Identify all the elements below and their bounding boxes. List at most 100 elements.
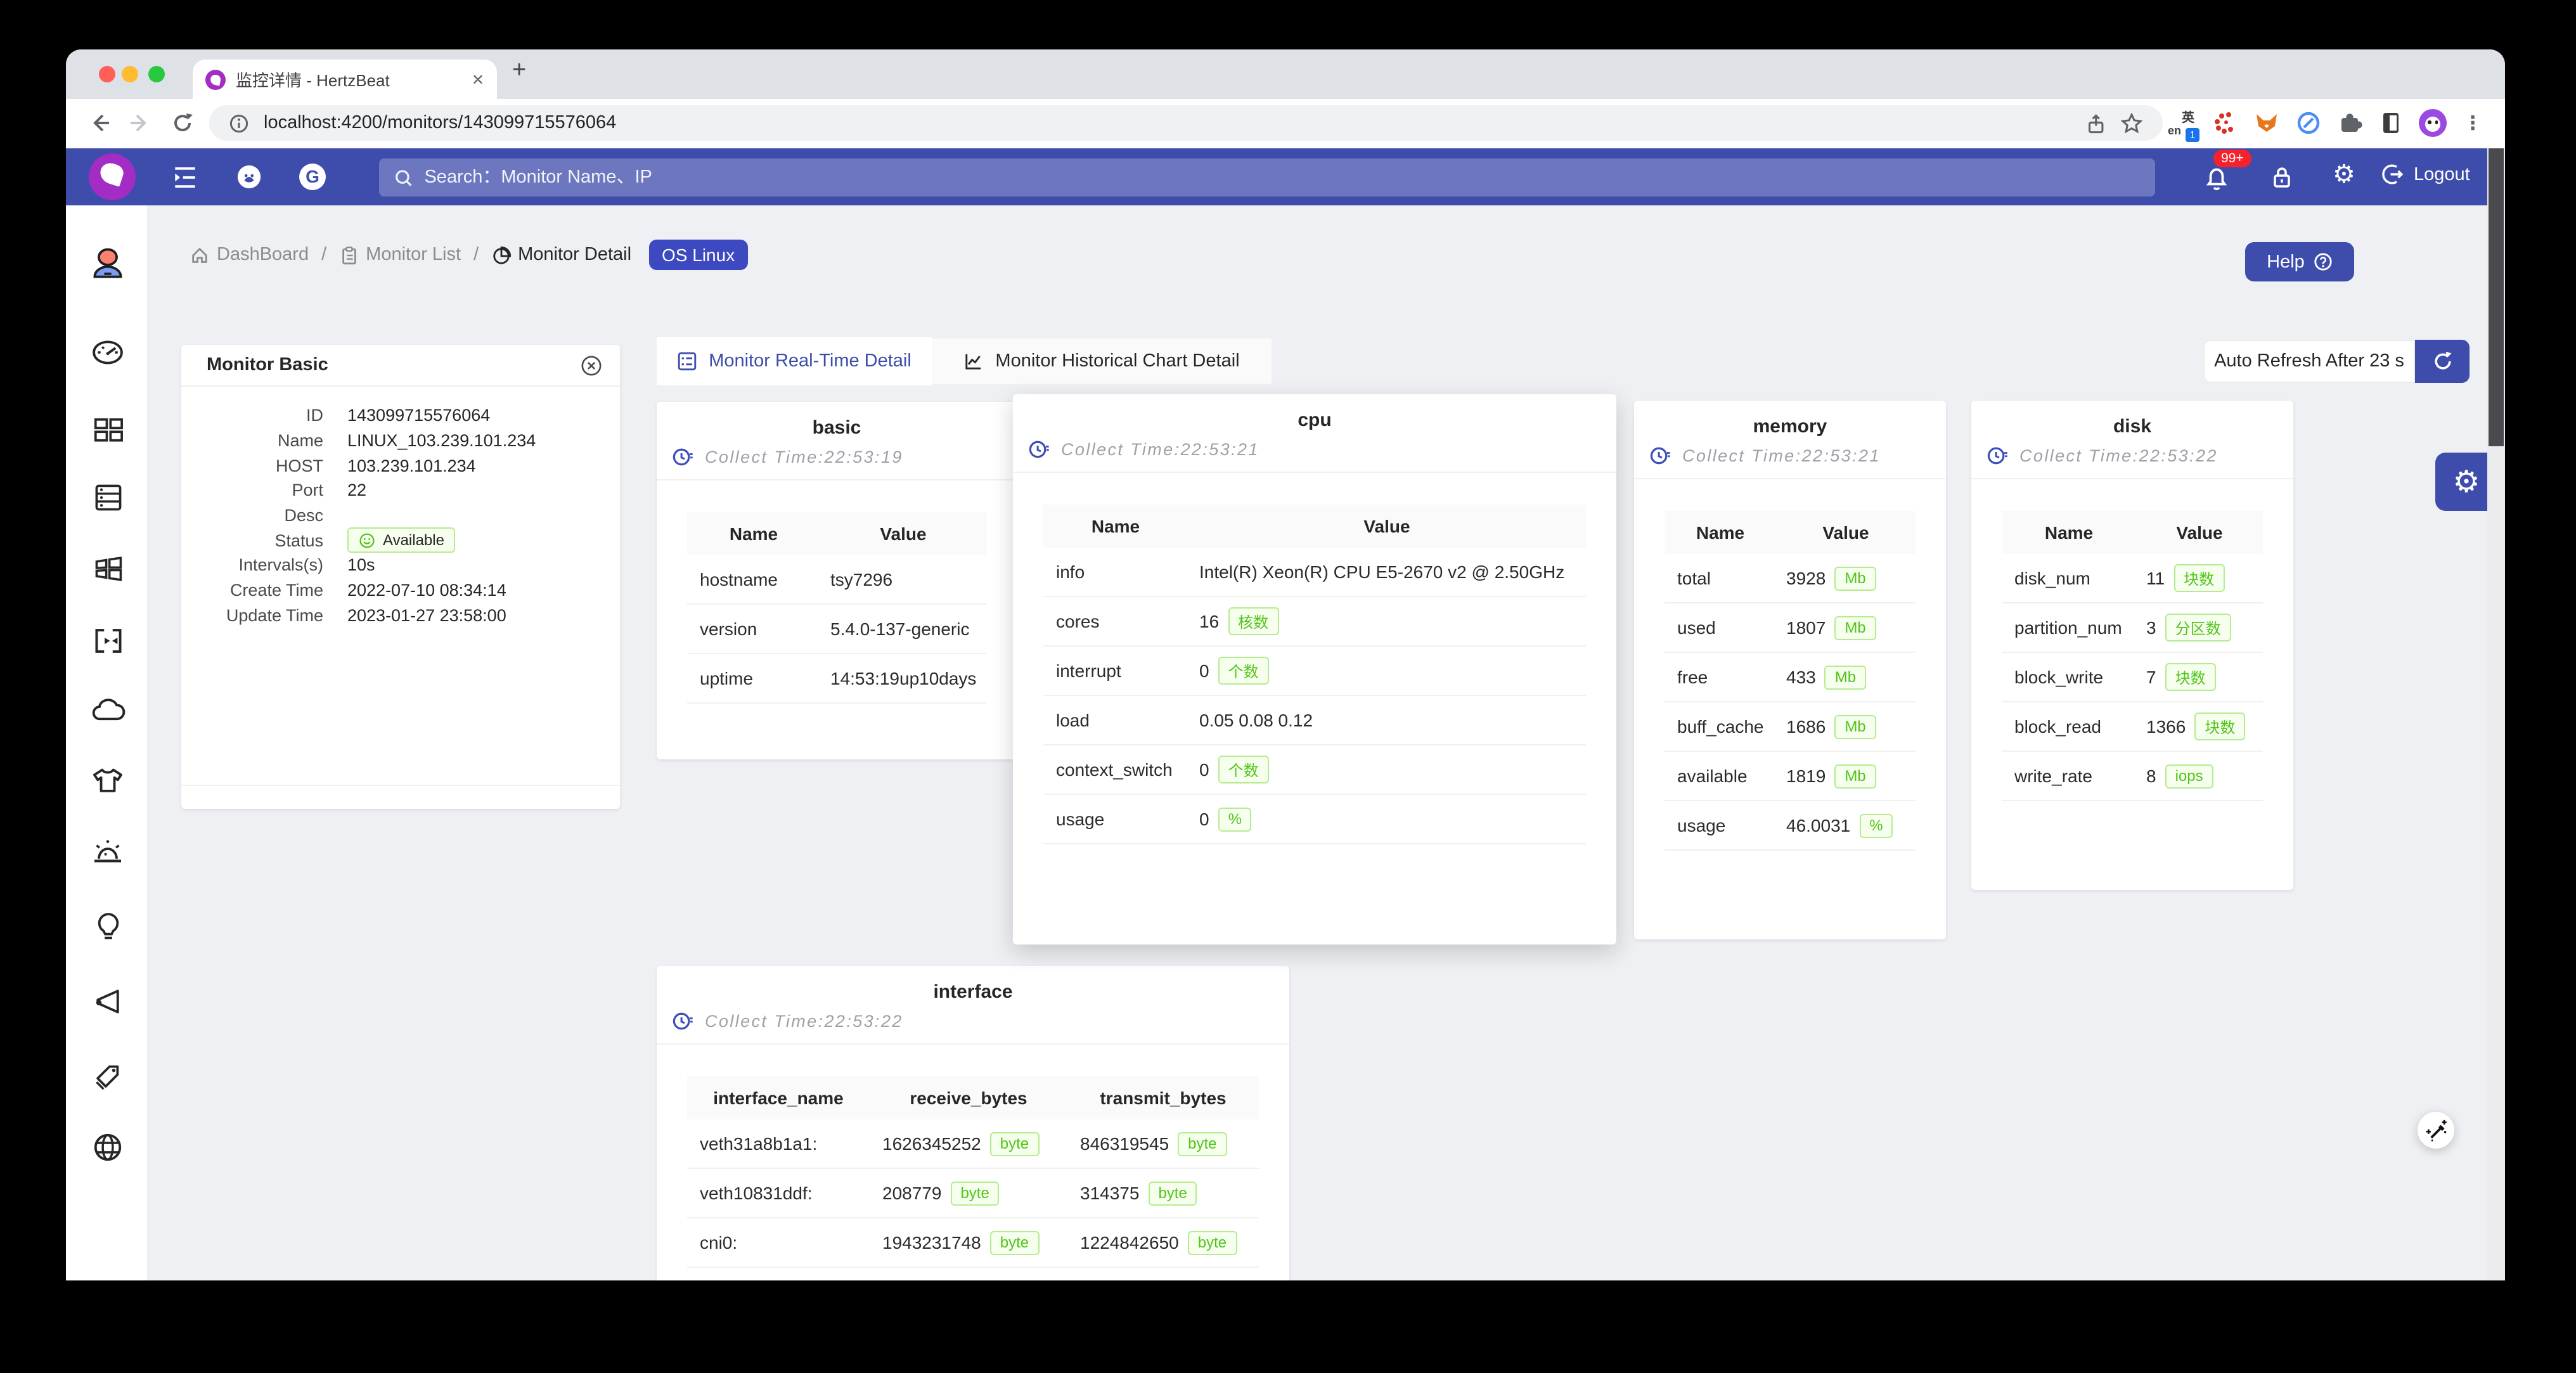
new-tab-button[interactable]: + bbox=[512, 57, 526, 85]
profile-avatar[interactable] bbox=[2419, 109, 2447, 137]
sidebar-item-apps[interactable] bbox=[87, 548, 128, 588]
metric-row: interrupt 0 个数 bbox=[1043, 647, 1586, 696]
tab-historical-chart[interactable]: Monitor Historical Chart Detail bbox=[932, 337, 1273, 385]
monitor-basic-row: Create Time 2022-07-10 08:34:14 bbox=[229, 581, 506, 600]
monitor-basic-row: Name LINUX_103.239.101.234 bbox=[277, 431, 536, 451]
red-extension-icon[interactable] bbox=[2212, 110, 2238, 136]
breadcrumb-dashboard[interactable]: DashBoard bbox=[190, 245, 309, 265]
monitor-basic-row: ID 143099715576064 bbox=[306, 406, 491, 425]
sidebar-item-alerts[interactable] bbox=[87, 833, 128, 873]
close-window-button[interactable] bbox=[99, 66, 115, 82]
sidebar-item-monitors[interactable] bbox=[87, 408, 128, 449]
metric-row: uptime 14:53:19up10days bbox=[687, 654, 986, 704]
unit-badge: 块数 bbox=[2165, 663, 2216, 691]
col-header-value: Value bbox=[1776, 522, 1916, 543]
notification-badge: 99+ bbox=[2213, 150, 2251, 167]
card-title: basic bbox=[812, 417, 861, 439]
titlebar: 监控详情 - HertzBeat ✕ + bbox=[66, 49, 2505, 99]
bookmark-star-icon[interactable] bbox=[2121, 112, 2142, 134]
breadcrumb-separator: / bbox=[473, 245, 479, 265]
page-scrollbar[interactable] bbox=[2487, 148, 2505, 1280]
logout-button[interactable]: Logout bbox=[2381, 162, 2470, 186]
translate-extension-icon[interactable]: 英 en 1 bbox=[2168, 109, 2199, 142]
metric-row: available 1819 Mb bbox=[1665, 752, 1916, 801]
reload-icon[interactable] bbox=[171, 112, 194, 134]
record-extension-icon[interactable] bbox=[2296, 110, 2321, 136]
github-icon[interactable] bbox=[236, 164, 262, 190]
monitor-basic-rows: ID 143099715576064 Name LINUX_103.239.101.2… bbox=[181, 387, 620, 628]
metric-row: partition_num 3 分区数 bbox=[2002, 603, 2263, 653]
maximize-window-button[interactable] bbox=[148, 66, 165, 82]
forward-icon[interactable] bbox=[128, 112, 151, 134]
clipboard-icon bbox=[342, 246, 356, 264]
sidebar-item-dashboard[interactable] bbox=[87, 332, 128, 373]
metamask-extension-icon[interactable] bbox=[2254, 110, 2279, 136]
card-title: memory bbox=[1753, 416, 1827, 437]
col-header-interface-name: interface_name bbox=[713, 1088, 844, 1108]
alarm-siren-icon bbox=[94, 840, 121, 863]
extensions-cluster: 英 en 1 ⋮ bbox=[2168, 108, 2482, 142]
help-button[interactable]: Help bbox=[2245, 242, 2354, 281]
sidebar-item-tags[interactable] bbox=[87, 1055, 128, 1095]
sidebar-item-services[interactable] bbox=[87, 761, 128, 801]
monitor-basic-panel: Monitor Basic ID 143099715576064 Name LINUX… bbox=[181, 345, 620, 809]
lock-icon[interactable] bbox=[2269, 164, 2295, 191]
scrollbar-thumb[interactable] bbox=[2489, 148, 2504, 446]
monitor-basic-row: HOST 103.239.101.234 bbox=[275, 456, 476, 475]
expand-brackets-icon bbox=[94, 628, 121, 652]
share-icon[interactable] bbox=[2084, 112, 2106, 134]
browser-menu-icon[interactable]: ⋮ bbox=[2463, 112, 2482, 134]
line-chart-icon bbox=[965, 354, 981, 370]
close-circle-icon[interactable] bbox=[581, 354, 602, 376]
sidepanel-extension-icon[interactable] bbox=[2380, 110, 2402, 136]
hertzbeat-logo-icon[interactable] bbox=[89, 153, 136, 200]
clock-icon bbox=[672, 1010, 693, 1032]
collect-time: Collect Time:22:53:21 bbox=[1061, 440, 1259, 459]
metric-row: used 1807 Mb bbox=[1665, 603, 1916, 653]
browser-tab[interactable]: 监控详情 - HertzBeat ✕ bbox=[193, 60, 497, 99]
card-title: interface bbox=[933, 981, 1013, 1003]
sidebar-item-notice[interactable] bbox=[87, 905, 128, 946]
tab-close-icon[interactable]: ✕ bbox=[472, 70, 484, 88]
cloud-icon bbox=[92, 699, 126, 721]
back-icon[interactable] bbox=[89, 112, 112, 134]
magic-wand-button[interactable] bbox=[2418, 1112, 2454, 1149]
interface-table: interface_name receive_bytes transmit_by… bbox=[687, 1076, 1259, 1268]
url-bar[interactable]: localhost:4200/monitors/143099715576064 bbox=[209, 105, 2163, 141]
realtime-table-icon bbox=[678, 352, 697, 371]
global-search[interactable] bbox=[379, 158, 2155, 197]
sidebar-item-account[interactable] bbox=[87, 243, 128, 284]
metric-table: Name Value disk_num 11 块数 partition_num 3… bbox=[2002, 511, 2263, 801]
minimize-window-button[interactable] bbox=[122, 66, 138, 82]
sidebar-item-cloud[interactable] bbox=[87, 691, 128, 732]
menu-fold-icon[interactable] bbox=[171, 164, 199, 191]
metric-row: total 3928 Mb bbox=[1665, 554, 1916, 603]
unit-badge: Mb bbox=[1834, 616, 1876, 640]
monitor-basic-row: Desc bbox=[284, 506, 323, 525]
unit-badge: byte bbox=[1187, 1230, 1237, 1254]
sidebar-item-network[interactable] bbox=[87, 1127, 128, 1168]
extensions-puzzle-icon[interactable] bbox=[2338, 110, 2363, 136]
metric-row: context_switch 0 个数 bbox=[1043, 745, 1586, 795]
collect-time: Collect Time:22:53:22 bbox=[705, 1012, 903, 1031]
sidebar-item-servers[interactable] bbox=[87, 477, 128, 517]
breadcrumb-monitor-list[interactable]: Monitor List bbox=[339, 245, 461, 265]
unit-badge: % bbox=[1859, 813, 1893, 837]
gear-icon: ⚙ bbox=[2452, 465, 2480, 499]
sidebar-item-announcement[interactable] bbox=[87, 981, 128, 1022]
site-info-icon[interactable] bbox=[229, 113, 248, 132]
pie-chart-icon bbox=[493, 245, 511, 264]
monitor-type-badge: OS Linux bbox=[649, 240, 748, 270]
settings-gear-icon[interactable]: ⚙ bbox=[2333, 158, 2355, 190]
tab-realtime-detail[interactable]: Monitor Real-Time Detail bbox=[657, 337, 932, 385]
sidebar-item-middleware[interactable] bbox=[87, 620, 128, 661]
notification-bell-icon[interactable] bbox=[2203, 164, 2230, 191]
browser-window: 监控详情 - HertzBeat ✕ + localhost:4200/moni… bbox=[66, 49, 2505, 1280]
unit-badge: Mb bbox=[1834, 764, 1876, 788]
search-input[interactable] bbox=[424, 167, 2140, 188]
monitor-detail-page: DashBoard / Monitor List / Monitor Detai… bbox=[66, 205, 2505, 1280]
gitee-icon[interactable]: G bbox=[299, 164, 326, 190]
metric-row: block_read 1366 块数 bbox=[2002, 702, 2263, 752]
unit-badge: 块数 bbox=[2174, 564, 2225, 592]
refresh-button[interactable] bbox=[2415, 340, 2470, 383]
